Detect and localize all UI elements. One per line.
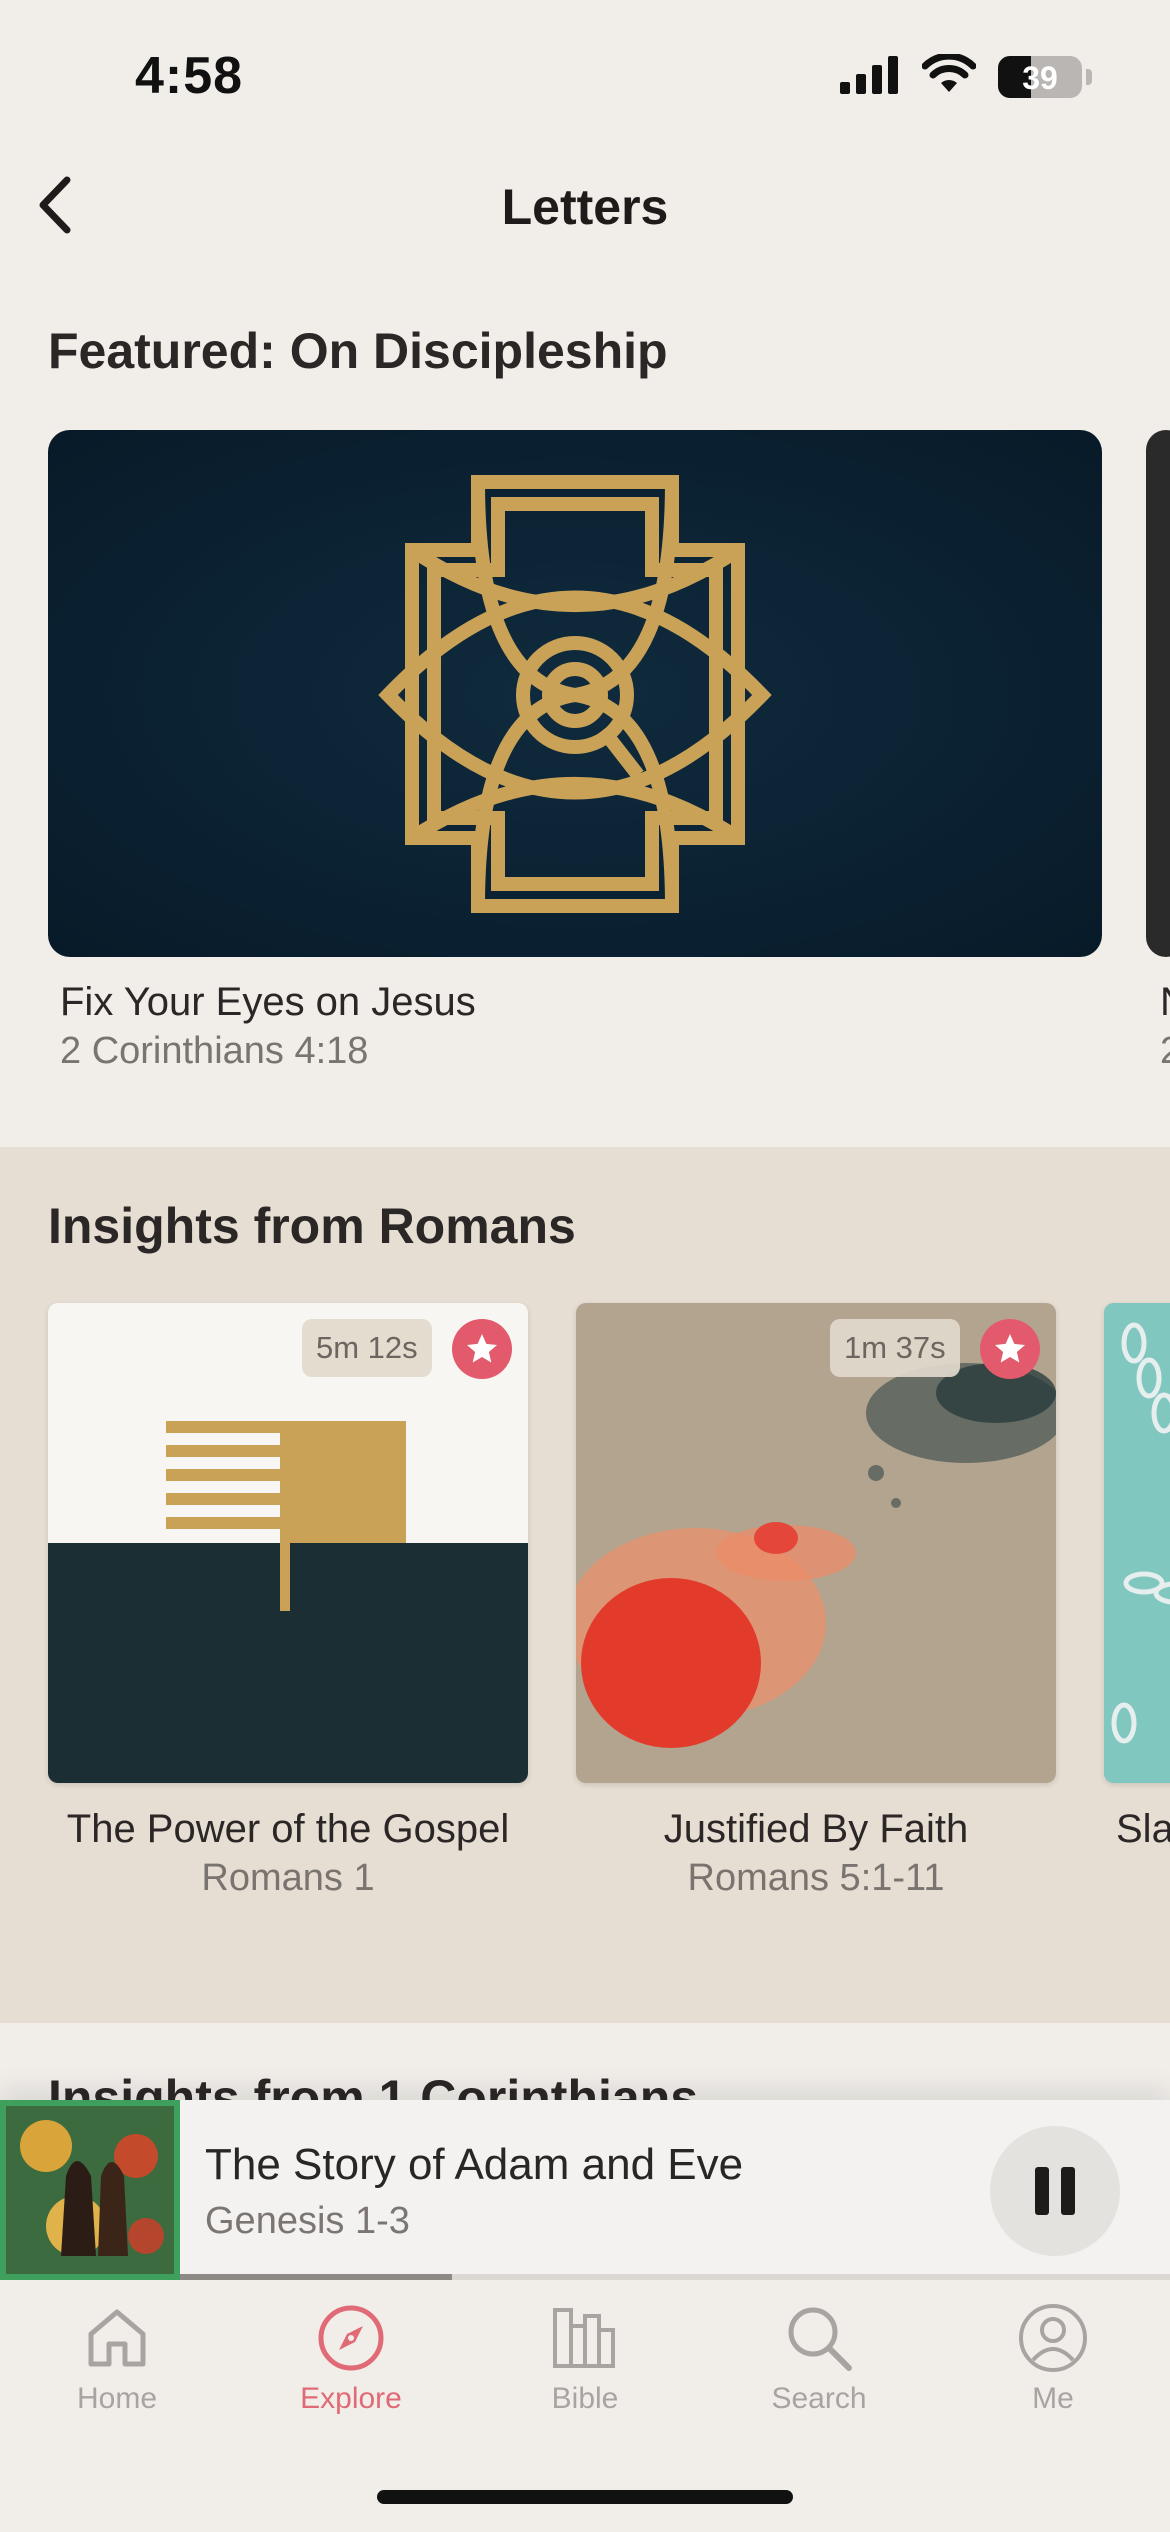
now-playing-title[interactable]: The Story of Adam and Eve <box>205 2140 743 2190</box>
romans-section-title: Insights from Romans <box>48 1198 576 1254</box>
tab-home[interactable]: Home <box>0 2302 234 2416</box>
person-icon <box>1019 2304 1087 2372</box>
episode-card-power-of-gospel[interactable]: 5m 12s <box>48 1303 528 1783</box>
eye-emblem-icon <box>378 475 772 913</box>
search-icon <box>788 2307 852 2371</box>
compass-icon <box>318 2305 384 2371</box>
tab-label: Me <box>1032 2382 1074 2415</box>
featured-item-title[interactable]: Fix Your Eyes on Jesus <box>60 980 476 1025</box>
featured-section-title: Featured: On Discipleship <box>48 323 668 379</box>
episode-title[interactable]: The Power of the Gospel <box>48 1807 528 1852</box>
tab-label: Home <box>76 2382 158 2415</box>
episode-title[interactable]: Justified By Faith <box>576 1807 1056 1852</box>
tab-label: Search <box>771 2382 867 2415</box>
featured-item-subtitle: 2 Corinthians 4:18 <box>60 1030 369 1072</box>
episode-subtitle: Romans 5:1-11 <box>687 1857 945 1899</box>
tab-search[interactable]: Search <box>702 2302 936 2416</box>
duration-badge: 5m 12s <box>302 1319 432 1377</box>
romans-section: Insights from Romans 5m 12s The Power of… <box>0 1147 1170 2023</box>
status-bar: 4:58 39 <box>0 0 1170 150</box>
star-icon[interactable] <box>452 1319 512 1379</box>
battery-icon: 39 <box>998 55 1082 98</box>
tab-me[interactable]: Me <box>936 2302 1170 2416</box>
bible-icon <box>553 2308 615 2368</box>
duration-badge: 1m 37s <box>830 1319 960 1377</box>
featured-next-item-title[interactable]: N <box>1160 980 1170 1025</box>
episode-title-partial[interactable]: Sla <box>1116 1807 1170 1852</box>
home-indicator[interactable] <box>377 2490 793 2504</box>
episode-card-justified-by-faith[interactable]: 1m 37s <box>576 1303 1056 1783</box>
tab-bible[interactable]: Bible <box>468 2302 702 2416</box>
now-playing-artwork[interactable] <box>0 2100 180 2280</box>
tab-label: Explore <box>300 2382 402 2415</box>
status-icons: 39 <box>840 52 1092 99</box>
corinthians-section-title: Insights from 1 Corinthians <box>48 2070 699 2100</box>
cellular-signal-icon <box>840 54 900 99</box>
tab-label: Bible <box>551 2382 619 2415</box>
featured-card-next-partial[interactable] <box>1146 430 1170 957</box>
wifi-icon <box>921 52 977 99</box>
episode-subtitle: Romans 1 <box>201 1857 375 1899</box>
justified-artwork <box>576 1303 1056 1783</box>
pause-button[interactable] <box>990 2126 1120 2256</box>
episode-card-partial[interactable] <box>1104 1303 1170 1783</box>
gospel-artwork <box>48 1303 528 1783</box>
chains-artwork <box>1104 1303 1170 1783</box>
now-playing-subtitle: Genesis 1-3 <box>205 2200 410 2242</box>
battery-percent: 39 <box>1022 59 1058 96</box>
star-icon[interactable] <box>980 1319 1040 1379</box>
tab-explore[interactable]: Explore <box>234 2302 468 2416</box>
mini-player[interactable]: The Story of Adam and Eve Genesis 1-3 <box>0 2100 1170 2280</box>
home-icon <box>88 2309 146 2367</box>
page-title: Letters <box>501 179 669 235</box>
status-time: 4:58 <box>135 47 244 105</box>
pause-icon <box>1035 2167 1075 2215</box>
battery-tip <box>1086 68 1092 85</box>
nav-bar: Letters <box>0 150 1170 265</box>
featured-next-item-subtitle: 2 <box>1160 1030 1170 1073</box>
featured-card-artwork[interactable] <box>48 430 1102 957</box>
